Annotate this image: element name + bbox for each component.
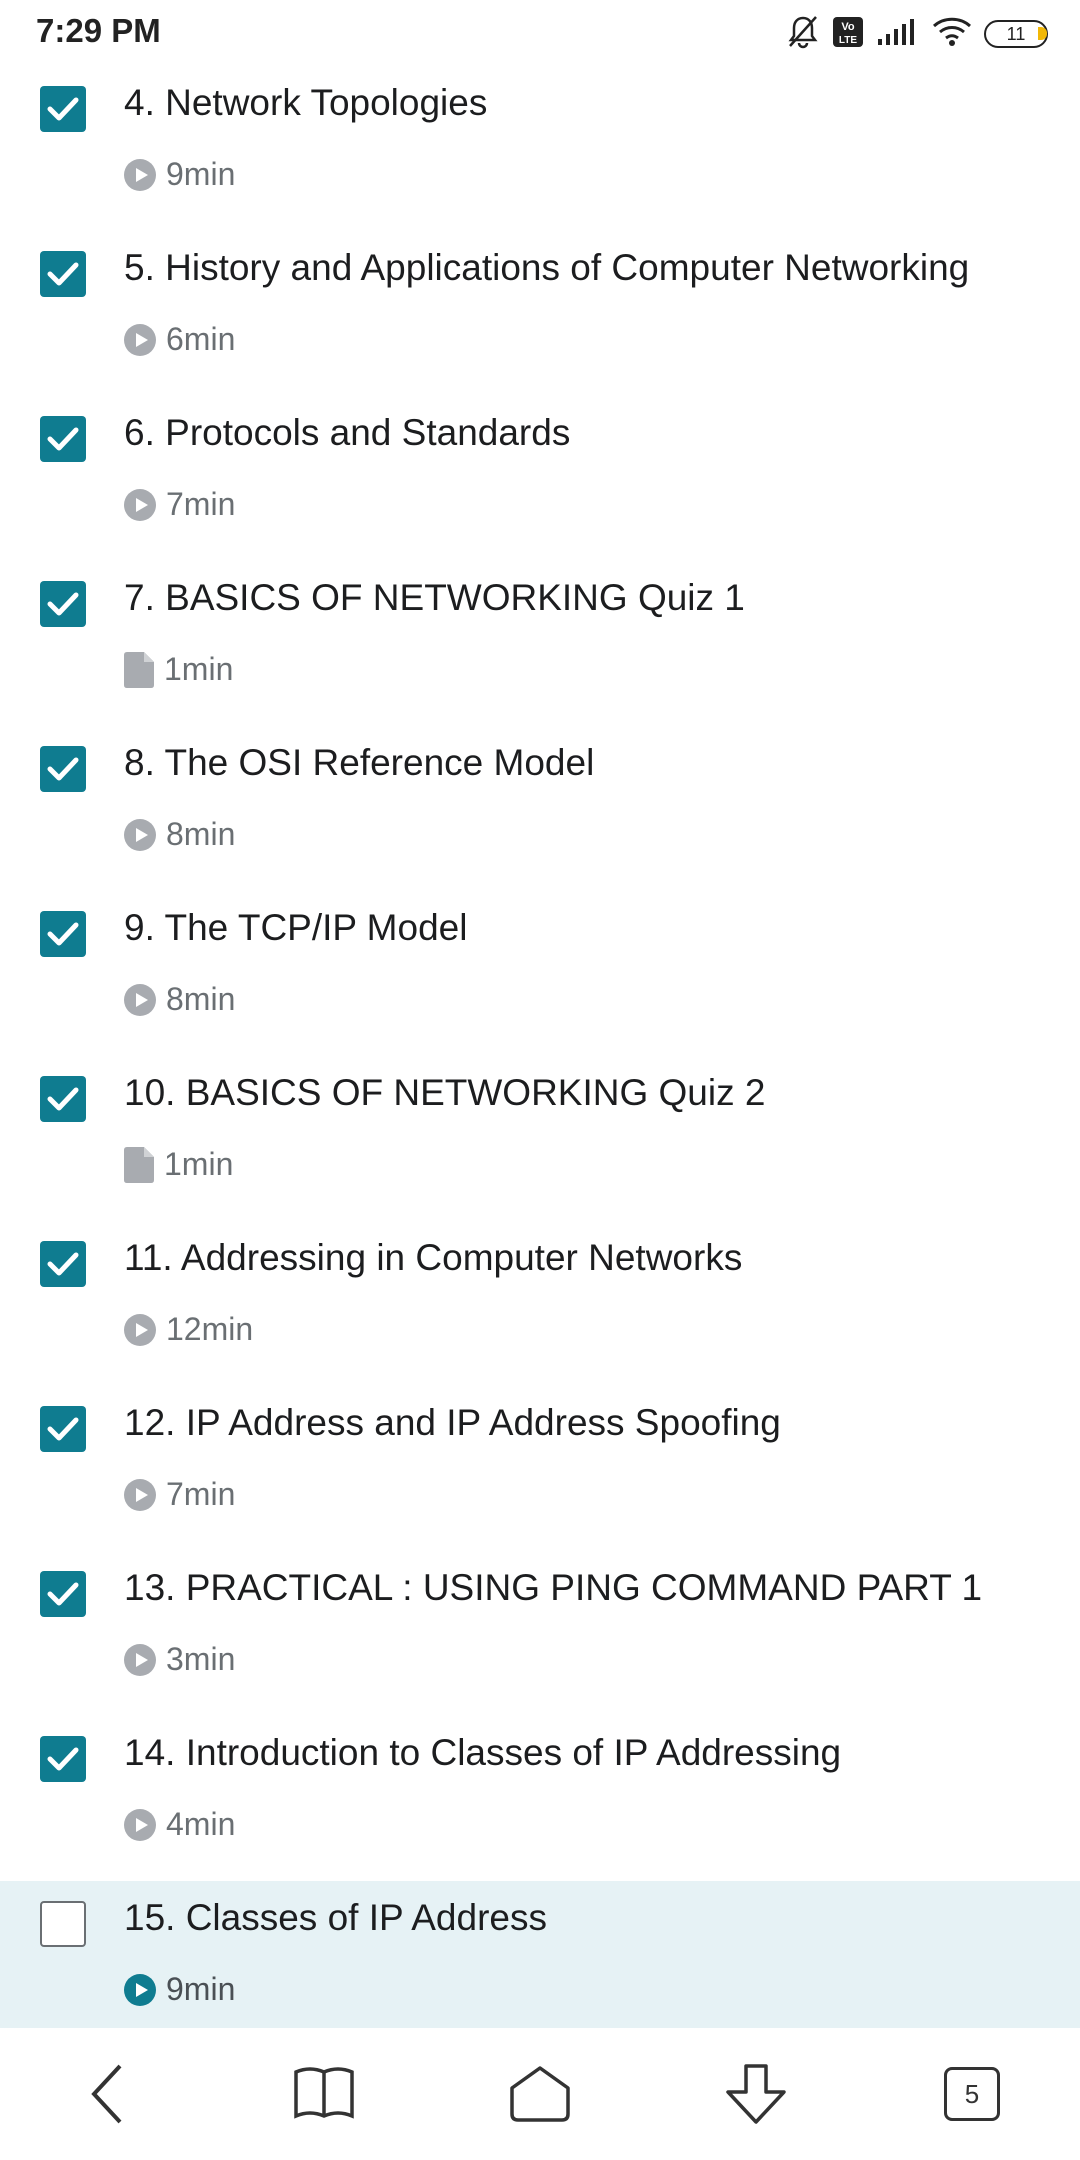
lecture-meta: 6min bbox=[124, 321, 235, 358]
completed-checkbox[interactable] bbox=[40, 86, 86, 132]
lecture-meta: 4min bbox=[124, 1806, 235, 1843]
lecture-title: 14. Introduction to Classes of IP Addres… bbox=[124, 1732, 842, 1773]
play-icon bbox=[124, 1478, 156, 1511]
download-icon bbox=[726, 2064, 786, 2124]
lecture-meta: 8min bbox=[124, 981, 235, 1018]
lecture-item[interactable]: 7. BASICS OF NETWORKING Quiz 1 1min bbox=[0, 561, 1080, 726]
play-icon bbox=[124, 158, 156, 191]
lecture-duration: 7min bbox=[166, 486, 236, 522]
completed-checkbox[interactable] bbox=[40, 1241, 86, 1287]
back-button[interactable] bbox=[48, 2044, 168, 2144]
battery-level: 11 bbox=[1006, 23, 1026, 44]
play-icon bbox=[124, 818, 156, 851]
completed-checkbox[interactable] bbox=[40, 1736, 86, 1782]
battery-icon: 11 bbox=[984, 20, 1048, 48]
lecture-meta: 7min bbox=[124, 486, 235, 523]
incomplete-checkbox[interactable] bbox=[40, 1901, 86, 1947]
lecture-item[interactable]: 9. The TCP/IP Model 8min bbox=[0, 891, 1080, 1056]
tabs-icon: 5 bbox=[944, 2067, 1000, 2121]
lecture-title: 13. PRACTICAL : USING PING COMMAND PART … bbox=[124, 1567, 983, 1608]
lecture-item[interactable]: 12. IP Address and IP Address Spoofing 7m… bbox=[0, 1386, 1080, 1551]
lecture-duration: 8min bbox=[166, 816, 236, 852]
completed-checkbox[interactable] bbox=[40, 416, 86, 462]
lecture-title: 7. BASICS OF NETWORKING Quiz 1 bbox=[124, 577, 745, 618]
lecture-title: 11. Addressing in Computer Networks bbox=[124, 1237, 743, 1278]
lecture-title: 4. Network Topologies bbox=[124, 82, 488, 123]
play-icon bbox=[124, 1313, 156, 1346]
lecture-title: 15. Classes of IP Address bbox=[124, 1897, 547, 1938]
book-icon bbox=[294, 2067, 354, 2119]
tabs-count: 5 bbox=[964, 2078, 980, 2109]
completed-checkbox[interactable] bbox=[40, 746, 86, 792]
bottom-nav-bar: 5 bbox=[0, 2028, 1080, 2160]
lecture-meta: 9min bbox=[124, 1971, 235, 2008]
completed-checkbox[interactable] bbox=[40, 1571, 86, 1617]
back-icon bbox=[91, 2064, 122, 2124]
lecture-duration: 1min bbox=[164, 651, 234, 687]
lecture-title: 9. The TCP/IP Model bbox=[124, 907, 468, 948]
lecture-item[interactable]: 6. Protocols and Standards 7min bbox=[0, 396, 1080, 561]
lecture-duration: 9min bbox=[166, 1971, 236, 2007]
lecture-duration: 6min bbox=[166, 321, 236, 357]
lecture-item[interactable]: 15. Classes of IP Address 9min bbox=[0, 1881, 1080, 2046]
completed-checkbox[interactable] bbox=[40, 251, 86, 297]
play-icon bbox=[124, 1808, 156, 1841]
play-icon bbox=[124, 1643, 156, 1676]
lecture-title: 5. History and Applications of Computer … bbox=[124, 247, 970, 288]
lecture-title: 8. The OSI Reference Model bbox=[124, 742, 595, 783]
lecture-duration: 3min bbox=[166, 1641, 236, 1677]
signal-icon bbox=[876, 17, 920, 52]
lecture-title: 10. BASICS OF NETWORKING Quiz 2 bbox=[124, 1072, 766, 1113]
lecture-duration: 7min bbox=[166, 1476, 236, 1512]
lecture-duration: 1min bbox=[164, 1146, 234, 1182]
home-icon bbox=[510, 2066, 570, 2122]
play-icon bbox=[124, 1973, 156, 2006]
bookmarks-button[interactable] bbox=[264, 2044, 384, 2144]
document-icon bbox=[124, 1146, 154, 1183]
lecture-item[interactable]: 13. PRACTICAL : USING PING COMMAND PART … bbox=[0, 1551, 1080, 1716]
completed-checkbox[interactable] bbox=[40, 1076, 86, 1122]
svg-text:Vo: Vo bbox=[841, 21, 855, 33]
lecture-list: 4. Network Topologies 9min 5. History and … bbox=[0, 66, 1080, 2046]
home-button[interactable] bbox=[480, 2044, 600, 2144]
lecture-meta: 1min bbox=[124, 651, 233, 688]
lecture-item[interactable]: 11. Addressing in Computer Networks 12min bbox=[0, 1221, 1080, 1386]
status-icons: Vo LTE 11 bbox=[786, 14, 1048, 54]
lecture-meta: 12min bbox=[124, 1311, 253, 1348]
lecture-item[interactable]: 14. Introduction to Classes of IP Addres… bbox=[0, 1716, 1080, 1881]
lecture-duration: 4min bbox=[166, 1806, 236, 1842]
lecture-meta: 1min bbox=[124, 1146, 233, 1183]
download-button[interactable] bbox=[696, 2044, 816, 2144]
lecture-meta: 7min bbox=[124, 1476, 235, 1513]
lecture-title: 12. IP Address and IP Address Spoofing bbox=[124, 1402, 781, 1443]
lecture-meta: 9min bbox=[124, 156, 235, 193]
lecture-title: 6. Protocols and Standards bbox=[124, 412, 571, 453]
lecture-meta: 8min bbox=[124, 816, 235, 853]
play-icon bbox=[124, 983, 156, 1016]
svg-text:LTE: LTE bbox=[839, 35, 857, 46]
lecture-item[interactable]: 4. Network Topologies 9min bbox=[0, 66, 1080, 231]
status-bar: 7:29 PM Vo LTE 11 bbox=[0, 0, 1080, 66]
lecture-duration: 8min bbox=[166, 981, 236, 1017]
play-icon bbox=[124, 488, 156, 521]
lecture-meta: 3min bbox=[124, 1641, 235, 1678]
wifi-icon bbox=[932, 16, 972, 53]
completed-checkbox[interactable] bbox=[40, 911, 86, 957]
lecture-item[interactable]: 5. History and Applications of Computer … bbox=[0, 231, 1080, 396]
lecture-duration: 9min bbox=[166, 156, 236, 192]
status-time: 7:29 PM bbox=[36, 12, 161, 49]
lecture-item[interactable]: 8. The OSI Reference Model 8min bbox=[0, 726, 1080, 891]
completed-checkbox[interactable] bbox=[40, 1406, 86, 1452]
lecture-duration: 12min bbox=[166, 1311, 254, 1347]
lecture-item[interactable]: 10. BASICS OF NETWORKING Quiz 2 1min bbox=[0, 1056, 1080, 1221]
bell-muted-icon bbox=[786, 14, 820, 55]
play-icon bbox=[124, 323, 156, 356]
volte-icon: Vo LTE bbox=[832, 16, 864, 53]
document-icon bbox=[124, 651, 154, 688]
completed-checkbox[interactable] bbox=[40, 581, 86, 627]
tabs-button[interactable]: 5 bbox=[912, 2044, 1032, 2144]
